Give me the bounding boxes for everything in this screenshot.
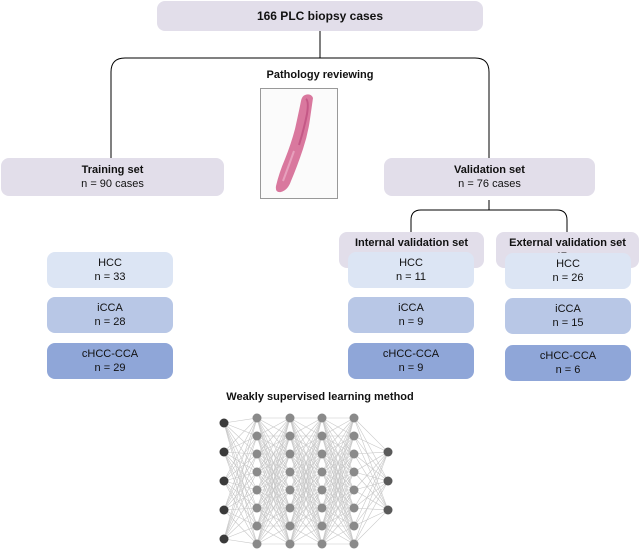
hidden-node (252, 449, 262, 459)
hidden-node (349, 503, 359, 513)
class-count: n = 6 (555, 364, 581, 376)
class-name: HCC (399, 257, 423, 269)
internal-chcc-cca-box: cHCC-CCA n = 9 (348, 343, 474, 379)
internal-hcc-box: HCC n = 11 (348, 252, 474, 288)
hidden-node (317, 431, 327, 441)
class-count: n = 29 (94, 362, 126, 374)
class-name: HCC (98, 257, 122, 269)
class-count: n = 33 (94, 271, 126, 283)
class-name: iCCA (398, 302, 424, 314)
hidden-node (317, 467, 327, 477)
validation-set-box: Validation set n = 76 cases (384, 158, 595, 196)
hidden-node (349, 431, 359, 441)
training-icca-box: iCCA n = 28 (47, 297, 173, 333)
network-edge (223, 538, 258, 545)
hidden-node (252, 467, 262, 477)
network-edge (353, 435, 389, 482)
network-edge (223, 422, 258, 437)
biopsy-slide-image (260, 88, 338, 199)
hidden-node (285, 485, 295, 495)
training-set-title: Training set (81, 164, 144, 176)
hidden-node (349, 413, 359, 423)
class-count: n = 9 (398, 316, 424, 328)
class-name: cHCC-CCA (539, 350, 597, 362)
class-count: n = 9 (398, 362, 424, 374)
hidden-node (317, 503, 327, 513)
hidden-node (317, 539, 327, 549)
hidden-node (252, 431, 262, 441)
class-count: n = 26 (552, 272, 584, 284)
output-node (383, 505, 393, 515)
network-edge (353, 451, 389, 545)
hidden-node (349, 539, 359, 549)
method-label: Weakly supervised learning method (226, 391, 414, 403)
input-node (219, 476, 229, 486)
hidden-node (285, 539, 295, 549)
external-chcc-cca-box: cHCC-CCA n = 6 (505, 345, 631, 381)
class-name: cHCC-CCA (81, 348, 139, 360)
hidden-node (285, 431, 295, 441)
network-edge (353, 451, 389, 455)
hidden-node (252, 413, 262, 423)
network-edge (353, 507, 389, 511)
validation-set-count: n = 76 cases (458, 178, 521, 190)
class-count: n = 28 (94, 316, 126, 328)
training-set-count: n = 90 cases (81, 178, 144, 190)
hidden-node (349, 449, 359, 459)
input-node (219, 418, 229, 428)
hidden-node (252, 485, 262, 495)
hidden-node (285, 413, 295, 423)
network-edge (223, 525, 258, 540)
root-title: 166 PLC biopsy cases (256, 9, 384, 23)
hidden-node (317, 521, 327, 531)
class-name: iCCA (97, 302, 123, 314)
internal-validation-title: Internal validation set (354, 237, 469, 249)
class-count: n = 11 (395, 271, 427, 283)
hidden-node (317, 449, 327, 459)
hidden-node (252, 521, 262, 531)
hidden-node (285, 467, 295, 477)
external-validation-title: External validation set (509, 237, 626, 249)
network-edge (353, 417, 389, 511)
hidden-node (285, 503, 295, 513)
class-name: cHCC-CCA (382, 348, 440, 360)
hidden-node (285, 449, 295, 459)
validation-set-title: Validation set (454, 164, 525, 176)
hidden-node (285, 521, 295, 531)
input-node (219, 534, 229, 544)
hidden-node (252, 539, 262, 549)
network-edge (353, 480, 389, 527)
pathology-reviewing-label: Pathology reviewing (266, 69, 374, 81)
class-name: HCC (556, 258, 580, 270)
class-count: n = 15 (552, 317, 584, 329)
output-node (383, 447, 393, 457)
external-hcc-box: HCC n = 26 (505, 253, 631, 289)
input-node (219, 447, 229, 457)
class-name: iCCA (555, 303, 581, 315)
hidden-node (317, 485, 327, 495)
training-hcc-box: HCC n = 33 (47, 252, 173, 288)
network-edge (223, 417, 258, 424)
hidden-node (349, 485, 359, 495)
hidden-node (317, 413, 327, 423)
hidden-node (252, 503, 262, 513)
hidden-node (349, 467, 359, 477)
external-icca-box: iCCA n = 15 (505, 298, 631, 334)
neural-network-diagram (219, 413, 393, 549)
input-node (219, 505, 229, 515)
internal-icca-box: iCCA n = 9 (348, 297, 474, 333)
hidden-node (349, 521, 359, 531)
training-set-box: Training set n = 90 cases (1, 158, 224, 196)
training-chcc-cca-box: cHCC-CCA n = 29 (47, 343, 173, 379)
output-node (383, 476, 393, 486)
root-box: 166 PLC biopsy cases (157, 1, 483, 31)
